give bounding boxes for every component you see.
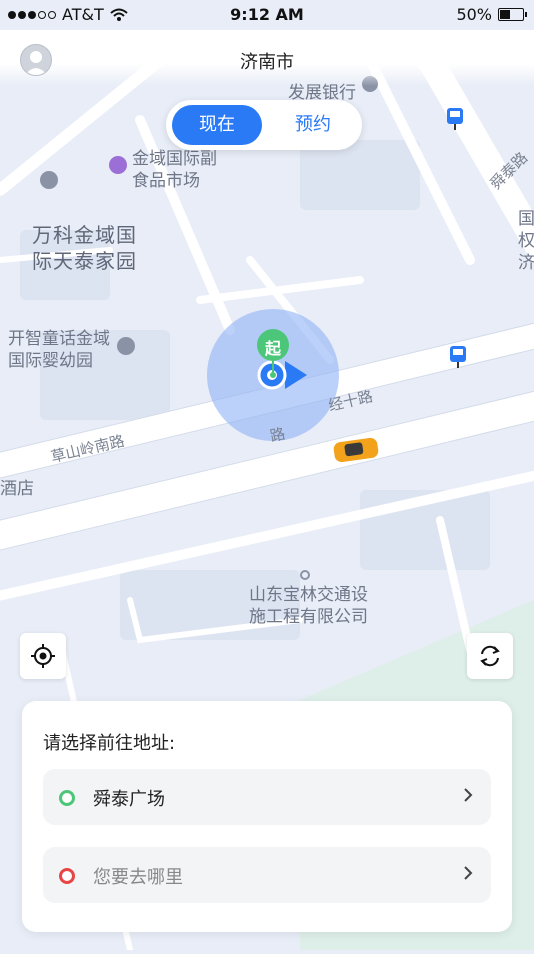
destination-dot-icon [59,868,75,884]
tab-reserve[interactable]: 预约 [270,105,356,145]
status-bar: AT&T 9:12 AM 50% [0,0,534,30]
start-address-row[interactable]: 舜泰广场 [43,769,491,825]
poi-icon [40,171,58,189]
chevron-right-icon [464,788,473,802]
tab-now[interactable]: 现在 [172,105,262,145]
shop-icon [109,156,127,174]
refresh-icon [480,645,500,667]
destination-placeholder: 您要去哪里 [93,867,183,888]
city-title[interactable]: 济南市 [0,48,534,74]
poi-label: 万科金域国 际天泰家园 [32,223,137,273]
panel-title: 请选择前往地址: [43,733,176,754]
poi-label: 国 权 济 [518,209,534,273]
poi-label: 金域国际副 食品市场 [132,149,217,191]
header: 济南市 [0,30,534,86]
address-panel: 请选择前往地址: 舜泰广场 您要去哪里 [22,701,512,932]
destination-row[interactable]: 您要去哪里 [43,847,491,903]
school-icon [117,337,135,355]
refresh-button[interactable] [467,633,513,679]
locate-button[interactable] [20,633,66,679]
poi-label: 酒店 [0,479,34,499]
start-dot-icon [59,790,75,806]
poi-label: 山东宝林交通设 施工程有限公司 [249,585,368,627]
battery-percent: 50% [456,5,492,24]
clock: 9:12 AM [230,5,304,24]
start-address-text: 舜泰广场 [93,789,165,810]
mode-toggle: 现在 预约 [166,100,362,150]
locate-icon [31,644,55,668]
poi-label: 开智童话金域 国际婴幼园 [8,329,110,371]
start-pin-label: 起 [264,339,281,358]
chevron-right-icon [464,866,473,880]
battery-icon [498,8,527,21]
